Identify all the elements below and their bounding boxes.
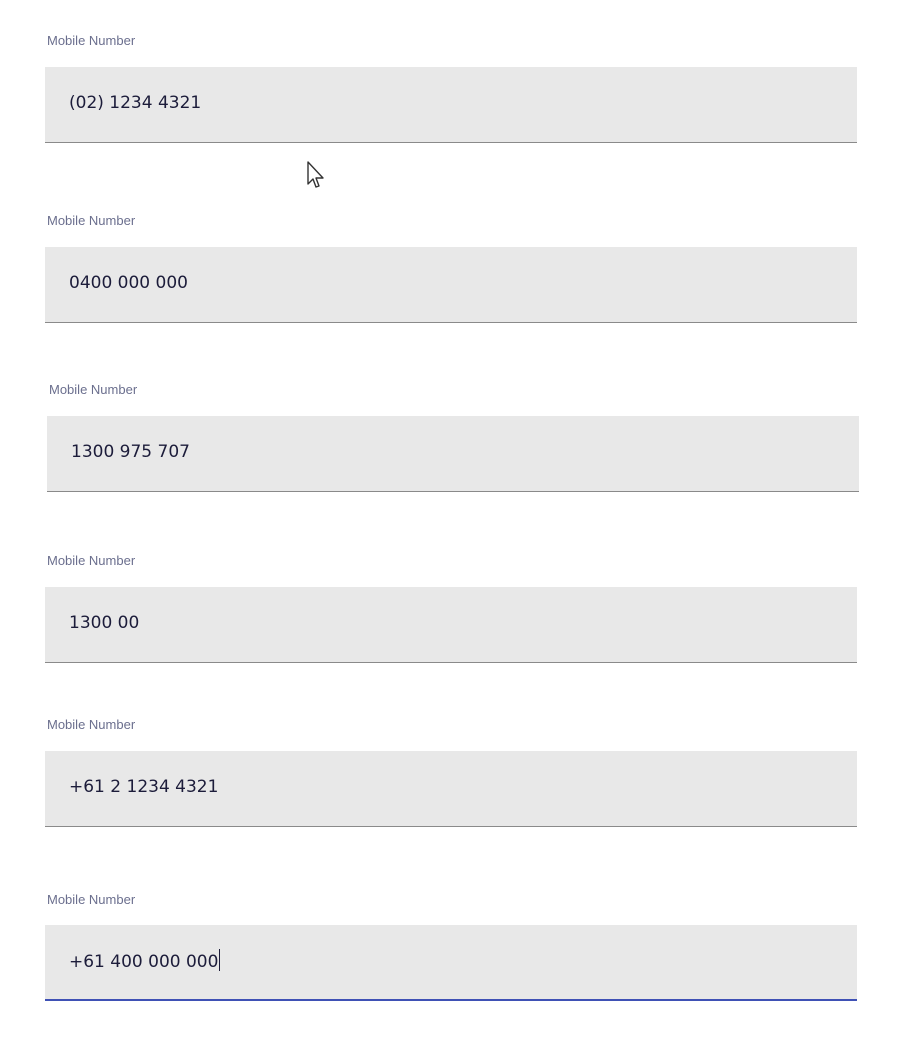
mobile-number-input-3[interactable]: 1300 975 707 — [47, 416, 859, 492]
mobile-number-input-5[interactable]: +61 2 1234 4321 — [45, 751, 857, 827]
mobile-number-input-1[interactable]: (02) 1234 4321 — [45, 67, 857, 143]
field-label: Mobile Number — [47, 892, 136, 907]
mobile-number-input-6[interactable]: +61 400 000 000 — [45, 925, 857, 1001]
field-value: +61 400 000 000 — [69, 949, 221, 974]
field-label: Mobile Number — [47, 717, 136, 732]
field-label: Mobile Number — [47, 33, 136, 48]
field-value: 1300 00 — [69, 613, 140, 633]
field-label: Mobile Number — [47, 553, 136, 568]
field-value: +61 2 1234 4321 — [69, 777, 219, 797]
field-label: Mobile Number — [49, 382, 138, 397]
text-caret — [219, 949, 221, 971]
mobile-number-input-2[interactable]: 0400 000 000 — [45, 247, 857, 323]
mobile-number-input-4[interactable]: 1300 00 — [45, 587, 857, 663]
field-value: 1300 975 707 — [71, 442, 190, 462]
mouse-pointer-icon — [307, 161, 324, 188]
field-value: 0400 000 000 — [69, 273, 188, 293]
field-label: Mobile Number — [47, 213, 136, 228]
field-value-text: +61 400 000 000 — [69, 952, 219, 972]
field-value: (02) 1234 4321 — [69, 93, 202, 113]
